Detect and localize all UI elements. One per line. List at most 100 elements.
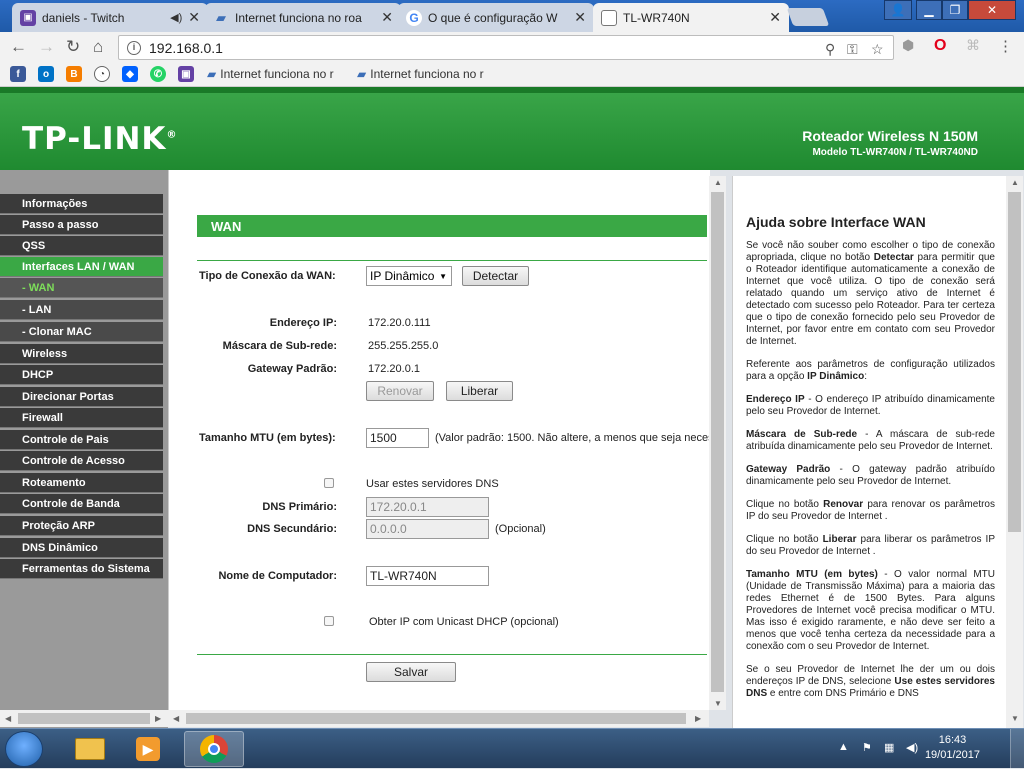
release-button[interactable]: Liberar <box>446 381 513 401</box>
dns-secondary-input[interactable]: 0.0.0.0 <box>366 519 489 539</box>
menu-item-controle-de-banda[interactable]: Controle de Banda <box>0 494 163 514</box>
forward-icon[interactable]: → <box>38 37 55 57</box>
use-dns-checkbox[interactable] <box>324 478 334 488</box>
whatsapp-icon[interactable]: ✆ <box>150 66 166 82</box>
menu-item-informacoes[interactable]: Informações <box>0 194 163 214</box>
tab-google-search[interactable]: G O que é configuração W ✕ <box>398 3 594 32</box>
new-tab-button[interactable] <box>786 8 830 26</box>
help-vertical-scrollbar[interactable]: ▲ ▼ <box>1006 176 1023 728</box>
media-player-icon[interactable]: ▶ <box>122 731 174 767</box>
bookmark-item[interactable]: ▰ Internet funciona no r <box>357 67 484 81</box>
user-profile-icon[interactable]: 👤 <box>884 0 912 20</box>
speedometer-icon[interactable]: ◔ <box>94 66 110 82</box>
clock-time: 16:43 <box>938 734 967 746</box>
dropbox-icon[interactable]: ◆ <box>122 66 138 82</box>
blogger-icon[interactable]: B <box>66 66 82 82</box>
menu-item-interfaces-lan-wan[interactable]: Interfaces LAN / WAN <box>0 257 163 277</box>
back-icon[interactable]: ← <box>10 37 27 57</box>
volume-icon[interactable]: ◀) <box>906 741 918 754</box>
key-icon[interactable]: ⚿ <box>847 41 858 58</box>
hostname-input[interactable]: TL-WR740N <box>366 566 489 586</box>
network-icon[interactable]: ▦ <box>884 741 894 754</box>
url-text: 192.168.0.1 <box>149 39 223 56</box>
tab-twitch[interactable]: ▣ daniels - Twitch ◀) ✕ <box>12 3 208 32</box>
pdf-icon[interactable]: ⌘ <box>966 37 980 54</box>
menu-item-dhcp[interactable]: DHCP <box>0 365 163 385</box>
scroll-up-icon[interactable]: ▲ <box>1011 178 1019 187</box>
scroll-left-icon[interactable]: ◀ <box>173 714 179 723</box>
site-info-icon[interactable]: i <box>127 40 141 55</box>
menu-item-clonar-mac[interactable]: - Clonar MAC <box>0 322 163 342</box>
renew-button[interactable]: Renovar <box>366 381 434 401</box>
menu-item-passo-a-passo[interactable]: Passo a passo <box>0 215 163 235</box>
scroll-down-icon[interactable]: ▼ <box>714 699 722 708</box>
detect-button[interactable]: Detectar <box>462 266 529 286</box>
menu-item-roteamento[interactable]: Roteamento <box>0 473 163 493</box>
menu-horizontal-scrollbar[interactable]: ◀ ▶ <box>0 710 168 727</box>
opera-icon[interactable]: O <box>934 37 946 55</box>
outlook-icon[interactable]: o <box>38 66 54 82</box>
file-explorer-icon[interactable] <box>64 731 116 767</box>
close-tab-icon[interactable]: ✕ <box>574 9 586 26</box>
wan-connection-type-label: Tipo de Conexão da WAN: <box>199 270 336 282</box>
menu-item-qss[interactable]: QSS <box>0 236 163 256</box>
facebook-icon[interactable]: f <box>10 66 26 82</box>
start-button[interactable] <box>5 731 43 767</box>
page-title: WAN <box>197 215 707 237</box>
taskbar: ▶ ▲ ⚑ ▦ ◀) 16:43 19/01/2017 <box>0 728 1024 769</box>
menu-item-wireless[interactable]: Wireless <box>0 344 163 364</box>
scroll-down-icon[interactable]: ▼ <box>1011 714 1019 723</box>
menu-item-protecao-arp[interactable]: Proteção ARP <box>0 516 163 536</box>
chevron-up-icon[interactable]: ▲ <box>838 741 849 753</box>
chrome-icon[interactable] <box>184 731 244 767</box>
tab-internet-funciona[interactable]: ▰ Internet funciona no roa ✕ <box>205 3 401 32</box>
extension-icon[interactable]: ⬢ <box>902 37 914 54</box>
scroll-up-icon[interactable]: ▲ <box>714 178 722 187</box>
help-paragraph: Clique no botão Renovar para renovar os … <box>746 499 995 522</box>
menu-item-dns-dinamico[interactable]: DNS Dinâmico <box>0 538 163 558</box>
close-window-button[interactable]: ✕ <box>968 0 1016 20</box>
close-tab-icon[interactable]: ✕ <box>381 9 393 26</box>
scroll-thumb[interactable] <box>18 713 150 724</box>
scroll-thumb[interactable] <box>186 713 686 724</box>
bookmark-item[interactable]: ▰ Internet funciona no r <box>207 67 334 81</box>
dns-primary-input[interactable]: 172.20.0.1 <box>366 497 489 517</box>
address-bar[interactable]: i 192.168.0.1 ⚲ ⚿ ☆ <box>118 35 894 60</box>
bookmark-star-icon[interactable]: ☆ <box>871 41 884 58</box>
menu-icon[interactable]: ⋮ <box>998 37 1013 55</box>
page-icon <box>601 9 617 26</box>
zoom-icon[interactable]: ⚲ <box>825 41 835 58</box>
save-button[interactable]: Salvar <box>366 662 456 682</box>
home-icon[interactable]: ⌂ <box>93 37 103 57</box>
minimize-button[interactable]: ▁ <box>916 0 942 20</box>
menu-item-controle-de-pais[interactable]: Controle de Pais <box>0 430 163 450</box>
reload-icon[interactable]: ↻ <box>66 37 80 57</box>
hostname-label: Nome de Computador: <box>218 570 337 582</box>
menu-item-direcionar-portas[interactable]: Direcionar Portas <box>0 387 163 407</box>
menu-item-wan[interactable]: - WAN <box>0 278 163 298</box>
menu-item-firewall[interactable]: Firewall <box>0 408 163 428</box>
main-horizontal-scrollbar[interactable]: ◀ ▶ <box>168 710 709 727</box>
maximize-button[interactable]: ❐ <box>942 0 968 20</box>
menu-item-controle-de-acesso[interactable]: Controle de Acesso <box>0 451 163 471</box>
main-vertical-scrollbar[interactable]: ▲ ▼ <box>709 176 726 710</box>
scroll-left-icon[interactable]: ◀ <box>5 714 11 723</box>
tab-router-admin[interactable]: TL-WR740N ✕ <box>593 3 789 32</box>
scroll-right-icon[interactable]: ▶ <box>155 714 161 723</box>
unicast-dhcp-checkbox[interactable] <box>324 616 334 626</box>
menu-item-ferramentas-do-sistema[interactable]: Ferramentas do Sistema <box>0 559 163 579</box>
scroll-thumb[interactable] <box>1008 192 1021 532</box>
scroll-thumb[interactable] <box>711 192 724 692</box>
wan-connection-type-select[interactable]: IP Dinâmico ▼ <box>366 266 452 286</box>
twitch-icon[interactable]: ▣ <box>178 66 194 82</box>
menu-item-lan[interactable]: - LAN <box>0 300 163 320</box>
system-clock[interactable]: 16:43 19/01/2017 <box>925 733 980 763</box>
audio-icon[interactable]: ◀) <box>170 11 182 24</box>
flag-icon[interactable]: ⚑ <box>862 741 872 754</box>
show-desktop-button[interactable] <box>1010 729 1024 769</box>
tab-title: TL-WR740N <box>623 10 690 25</box>
close-tab-icon[interactable]: ✕ <box>188 9 200 26</box>
close-tab-icon[interactable]: ✕ <box>769 9 781 26</box>
mtu-input[interactable]: 1500 <box>366 428 429 448</box>
scroll-right-icon[interactable]: ▶ <box>695 714 701 723</box>
